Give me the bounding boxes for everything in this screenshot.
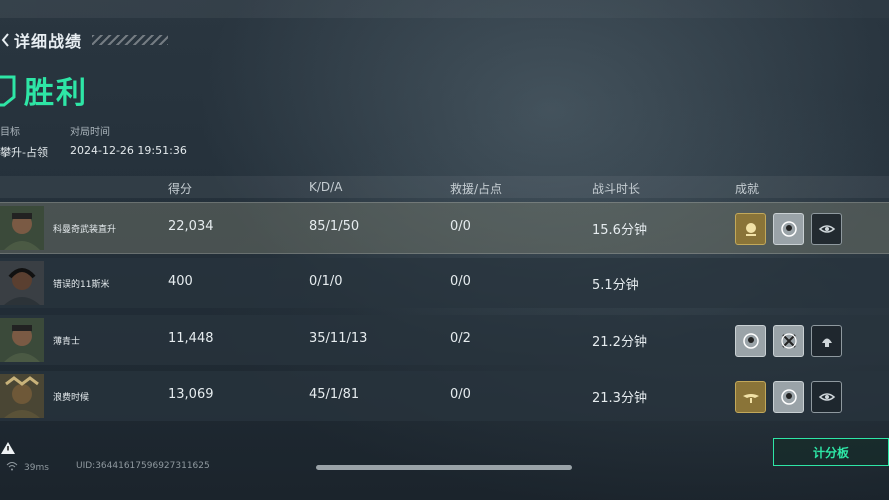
wifi-icon xyxy=(6,461,18,474)
player-duration: 15.6分钟 xyxy=(592,223,647,238)
page-title: 详细战绩 xyxy=(14,32,83,51)
match-result: 胜利 xyxy=(0,68,88,112)
column-duration: 战斗时长 xyxy=(592,182,641,196)
match-time-info: 对局时间 2024-12-26 19:51:36 xyxy=(70,123,187,157)
dark-eye-badge-icon[interactable] xyxy=(811,213,842,245)
horizontal-scrollbar[interactable] xyxy=(316,465,572,470)
player-rescue: 0/2 xyxy=(450,331,471,346)
network-status: 39ms xyxy=(6,461,49,474)
avatar xyxy=(0,374,44,418)
silver-skull-badge-icon[interactable] xyxy=(735,325,766,357)
scoreboard-button[interactable]: 计分板 xyxy=(773,438,889,466)
dark-eye-badge-icon[interactable] xyxy=(811,381,842,413)
column-rescue: 救援/占点 xyxy=(450,182,503,196)
player-row[interactable]: 浪费时候 13,069 45/1/81 0/0 21.3分钟 xyxy=(0,371,889,421)
gold-rose-badge-icon[interactable] xyxy=(735,213,766,245)
player-duration: 21.3分钟 xyxy=(592,391,647,406)
back-chevron-icon[interactable] xyxy=(0,30,10,50)
player-score: 11,448 xyxy=(168,331,214,346)
player-duration: 21.2分钟 xyxy=(592,335,647,350)
player-rescue: 0/0 xyxy=(450,274,471,289)
player-name: 科曼奇武装直升 xyxy=(53,225,117,235)
page-header: 详细战绩 xyxy=(0,28,169,52)
result-label: 胜利 xyxy=(24,76,88,111)
shield-icon xyxy=(0,71,16,109)
player-score: 22,034 xyxy=(168,219,214,234)
gold-wings-badge-icon[interactable] xyxy=(735,381,766,413)
achievement-badges xyxy=(735,325,842,357)
player-name: 薄青士 xyxy=(53,337,81,347)
warning-icon[interactable] xyxy=(0,440,16,456)
title-hatch-decoration xyxy=(92,35,169,45)
player-rescue: 0/0 xyxy=(450,387,471,402)
player-row[interactable]: 科曼奇武装直升 22,034 85/1/50 0/0 15.6分钟 xyxy=(0,202,889,254)
silver-crossed-rifles-badge-icon[interactable] xyxy=(773,325,804,357)
ping-value: 39ms xyxy=(24,462,49,473)
player-kda: 35/11/13 xyxy=(309,331,368,346)
player-row[interactable]: 错误的11斯米 400 0/1/0 0/0 5.1分钟 xyxy=(0,258,889,308)
achievement-badges xyxy=(735,213,842,245)
column-achievements: 成就 xyxy=(735,182,760,196)
player-kda: 0/1/0 xyxy=(309,274,343,289)
achievement-badges xyxy=(735,381,842,413)
player-name: 错误的11斯米 xyxy=(53,280,110,290)
user-uid: UID:3644161759692731162​5 xyxy=(76,461,210,471)
column-score: 得分 xyxy=(168,182,193,196)
silver-skull-badge-icon[interactable] xyxy=(773,381,804,413)
silver-skull-badge-icon[interactable] xyxy=(773,213,804,245)
table-header: 得分 K/D/A 救援/占点 战斗时长 成就 xyxy=(0,176,889,198)
match-time-value: 2024-12-26 19:51:36 xyxy=(70,144,187,157)
column-kda: K/D/A xyxy=(309,180,343,194)
avatar xyxy=(0,318,44,362)
player-kda: 45/1/81 xyxy=(309,387,360,402)
dark-helmet-badge-icon[interactable] xyxy=(811,325,842,357)
player-row[interactable]: 薄青士 11,448 35/11/13 0/2 21.2分钟 xyxy=(0,315,889,365)
avatar xyxy=(0,261,44,305)
objective-info: 目标 攀升-占领 xyxy=(0,123,48,160)
player-name: 浪费时候 xyxy=(53,393,90,403)
match-time-label: 对局时间 xyxy=(70,127,110,138)
top-status-strip xyxy=(0,0,889,18)
objective-label: 目标 xyxy=(0,127,20,138)
player-duration: 5.1分钟 xyxy=(592,278,639,293)
avatar xyxy=(0,206,44,250)
player-score: 400 xyxy=(168,274,193,289)
objective-value: 攀升-占领 xyxy=(0,146,48,159)
player-rescue: 0/0 xyxy=(450,219,471,234)
player-kda: 85/1/50 xyxy=(309,219,360,234)
player-score: 13,069 xyxy=(168,387,214,402)
